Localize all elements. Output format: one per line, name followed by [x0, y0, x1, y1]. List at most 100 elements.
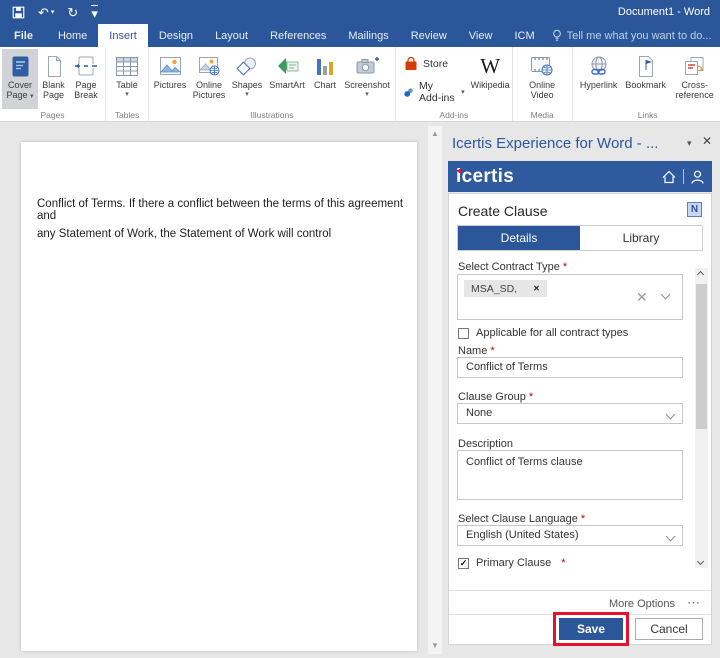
- scroll-up-icon[interactable]: [696, 270, 705, 279]
- language-label: Select Clause Language *: [458, 513, 586, 525]
- group-label-pages: Pages: [40, 110, 65, 120]
- tab-review[interactable]: Review: [400, 24, 458, 47]
- ribbon-group-media: Online Video Media: [513, 47, 573, 121]
- scroll-down-icon[interactable]: ▼: [431, 642, 439, 650]
- name-input[interactable]: Conflict of Terms: [457, 357, 683, 378]
- scrollbar-thumb[interactable]: [696, 284, 707, 429]
- my-addins-icon: [404, 87, 413, 97]
- contract-type-label: Select Contract Type *: [458, 261, 568, 273]
- cover-page-icon: [12, 52, 29, 80]
- tab-home[interactable]: Home: [47, 24, 98, 47]
- quick-access-toolbar: ↶ ▾ ↻ ▾: [0, 4, 98, 20]
- brand-divider: [683, 169, 684, 184]
- applicable-checkbox[interactable]: [458, 327, 469, 339]
- screenshot-button[interactable]: Screenshot ▾: [341, 49, 393, 109]
- tab-file[interactable]: File: [0, 24, 47, 47]
- group-label-addins: Add-ins: [439, 110, 469, 120]
- cross-reference-button[interactable]: Cross- reference: [669, 49, 720, 109]
- chevron-down-icon[interactable]: [660, 289, 671, 300]
- description-textarea[interactable]: Conflict of Terms clause: [457, 450, 683, 500]
- task-pane-menu-caret-icon[interactable]: ▾: [687, 138, 692, 149]
- chart-button[interactable]: Chart: [309, 49, 341, 109]
- bookmark-button[interactable]: Bookmark: [623, 49, 669, 109]
- online-pictures-button[interactable]: Online Pictures: [189, 49, 229, 109]
- smartart-icon: [276, 52, 299, 80]
- store-button[interactable]: Store: [404, 57, 465, 71]
- chip-remove-icon[interactable]: ✕: [533, 284, 540, 293]
- icertis-task-pane: Icertis Experience for Word - ... ▾ ✕ ic…: [444, 122, 720, 658]
- cover-page-button[interactable]: Cover Page ▾: [2, 49, 38, 109]
- user-icon[interactable]: [691, 170, 704, 184]
- screenshot-icon: [356, 52, 379, 80]
- online-video-button[interactable]: Online Video: [515, 49, 570, 109]
- tab-view[interactable]: View: [458, 24, 504, 47]
- dropdown-caret-icon: ▾: [30, 93, 34, 100]
- document-page[interactable]: Conflict of Terms. If there a conflict b…: [21, 142, 417, 651]
- tab-mailings[interactable]: Mailings: [337, 24, 399, 47]
- dropdown-caret-icon: ▾: [365, 91, 369, 98]
- word-window: ↶ ▾ ↻ ▾ Document1 - Word File Home Inser…: [0, 0, 720, 658]
- page-title: Create Clause: [458, 203, 548, 219]
- title-bar: ↶ ▾ ↻ ▾ Document1 - Word: [0, 0, 720, 24]
- save-button[interactable]: [12, 6, 25, 19]
- description-label: Description: [458, 438, 514, 450]
- tab-references[interactable]: References: [259, 24, 337, 47]
- icertis-brand-bar: icertis: [448, 161, 712, 192]
- chart-icon: [317, 52, 333, 80]
- document-scrollbar[interactable]: ▲ ▼: [428, 126, 442, 654]
- pictures-button[interactable]: Pictures: [151, 49, 189, 109]
- blank-page-button[interactable]: Blank Page: [38, 49, 69, 109]
- primary-clause-checkbox-row[interactable]: ✓ Primary Clause *: [458, 557, 565, 569]
- my-addins-button[interactable]: My Add-ins ▾: [404, 80, 465, 104]
- task-pane-close-icon[interactable]: ✕: [702, 134, 712, 148]
- tell-me-label: Tell me what you want to do...: [566, 29, 712, 42]
- required-asterisk: *: [490, 345, 495, 357]
- qat-customize-button[interactable]: ▾: [91, 4, 98, 20]
- table-button[interactable]: Table ▾: [108, 49, 146, 109]
- clause-group-select[interactable]: None: [457, 403, 683, 424]
- group-label-illustrations: Illustrations: [250, 110, 294, 120]
- workspace: Conflict of Terms. If there a conflict b…: [0, 122, 720, 658]
- store-icon: [405, 57, 417, 70]
- required-asterisk: *: [580, 513, 586, 525]
- home-icon[interactable]: [662, 170, 676, 184]
- chevron-down-icon: [665, 409, 676, 420]
- save-button[interactable]: Save: [559, 618, 623, 640]
- scroll-up-icon[interactable]: ▲: [431, 130, 439, 138]
- ribbon-group-tables: Table ▾ Tables: [106, 47, 149, 121]
- cancel-button[interactable]: Cancel: [635, 618, 703, 640]
- tab-layout[interactable]: Layout: [204, 24, 259, 47]
- task-pane-title: Icertis Experience for Word - ...: [452, 135, 659, 152]
- dropdown-caret-icon: ▾: [245, 91, 249, 98]
- page-break-button[interactable]: Page Break: [69, 49, 103, 109]
- page-break-icon: [75, 52, 97, 80]
- tab-icm[interactable]: ICM: [503, 24, 545, 47]
- more-options-link[interactable]: More Options: [609, 598, 675, 610]
- document-text-line[interactable]: any Statement of Work, the Statement of …: [37, 228, 411, 240]
- applicable-checkbox-row[interactable]: Applicable for all contract types: [458, 327, 628, 339]
- tell-me-box[interactable]: Tell me what you want to do...: [552, 24, 712, 47]
- clear-selection-icon[interactable]: ✕: [636, 289, 648, 306]
- form-scrollbar[interactable]: [695, 268, 708, 568]
- undo-button[interactable]: ↶ ▾: [38, 6, 54, 19]
- tab-design[interactable]: Design: [148, 24, 204, 47]
- hyperlink-button[interactable]: Hyperlink: [575, 49, 623, 109]
- tab-library[interactable]: Library: [580, 226, 702, 250]
- primary-clause-checkbox[interactable]: ✓: [458, 557, 469, 569]
- tab-insert[interactable]: Insert: [98, 24, 148, 47]
- group-label-tables: Tables: [114, 110, 140, 120]
- contract-type-chip[interactable]: MSA_SD, ✕: [464, 280, 547, 297]
- undo-icon: ↶: [38, 4, 49, 20]
- tab-details[interactable]: Details: [458, 226, 580, 250]
- scroll-down-icon[interactable]: [696, 557, 705, 566]
- primary-clause-label: Primary Clause: [476, 557, 552, 569]
- more-options-row: More Options ⋯: [449, 590, 711, 614]
- wikipedia-button[interactable]: W Wikipedia: [471, 49, 510, 109]
- redo-button[interactable]: ↻: [67, 6, 78, 19]
- document-text-line[interactable]: Conflict of Terms. If there a conflict b…: [37, 198, 411, 222]
- language-select[interactable]: English (United States): [457, 525, 683, 546]
- shapes-button[interactable]: Shapes ▾: [229, 49, 265, 109]
- contract-type-multiselect[interactable]: MSA_SD, ✕ ✕: [457, 274, 683, 320]
- ellipsis-icon[interactable]: ⋯: [687, 595, 701, 611]
- smartart-button[interactable]: SmartArt: [265, 49, 309, 109]
